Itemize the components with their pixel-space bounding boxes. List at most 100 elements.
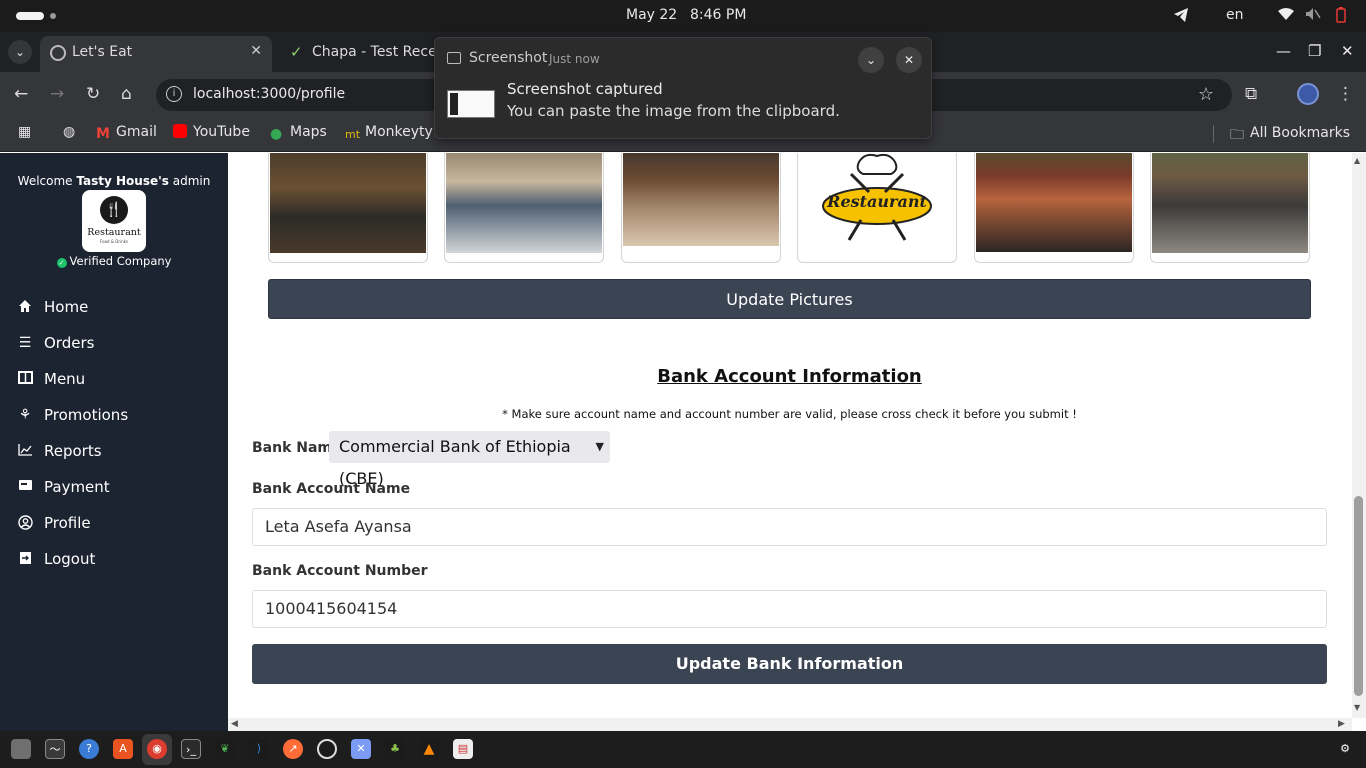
account-number-label: Bank Account Number — [252, 563, 428, 579]
restaurant-interior-image — [1152, 153, 1308, 253]
help-icon[interactable]: ? — [79, 739, 99, 759]
account-number-field[interactable]: 1000415604154 — [252, 590, 1327, 628]
avatar[interactable] — [1297, 83, 1319, 105]
reload-icon[interactable]: ↻ — [86, 84, 100, 104]
bookmark-monkeytype[interactable]: mt Monkeyty — [345, 124, 433, 142]
screenshot-notification[interactable]: Screenshot Just now ⌄ ✕ Screenshot captu… — [434, 37, 932, 139]
tab-search-chevron-icon[interactable]: ⌄ — [8, 40, 32, 64]
restaurant-picture-2[interactable] — [444, 153, 604, 263]
profile-main: Restaurant Update Pictures Bank Account … — [228, 153, 1352, 718]
back-arrow-icon[interactable]: ← — [14, 84, 28, 104]
sidebar-item-profile[interactable]: Profile — [16, 512, 216, 536]
profile-icon — [16, 515, 34, 534]
settings-icon[interactable] — [317, 739, 337, 759]
fork-knife-icon: 🍴 — [100, 196, 128, 224]
update-pictures-button[interactable]: Update Pictures — [268, 279, 1311, 319]
screenshot-thumbnail[interactable] — [447, 90, 495, 118]
more-menu-icon[interactable]: ⋮ — [1337, 84, 1354, 104]
os-date[interactable]: May 22 — [626, 7, 677, 23]
mongodb-icon[interactable]: ❦ — [215, 739, 235, 759]
restaurant-picture-6[interactable] — [1150, 153, 1310, 263]
sidebar-item-logout[interactable]: Logout — [16, 548, 216, 572]
scroll-left-icon[interactable]: ◀ — [231, 719, 238, 729]
os-time[interactable]: 8:46 PM — [690, 7, 746, 23]
all-bookmarks[interactable]: 🗀 All Bookmarks — [1230, 124, 1350, 143]
tab-title: Let's Eat — [72, 44, 133, 60]
extensions-icon[interactable]: ⧉ — [1245, 84, 1257, 104]
horizontal-scrollbar[interactable]: ◀ ▶ — [228, 718, 1352, 731]
bookmark-youtube[interactable]: YouTube — [173, 124, 250, 140]
bookmark-gmail[interactable]: M Gmail — [96, 124, 157, 142]
workspace-indicator[interactable] — [16, 12, 44, 20]
promotion-icon: ⚘ — [18, 407, 32, 423]
account-name-label: Bank Account Name — [252, 481, 411, 497]
close-icon[interactable]: ✕ — [250, 43, 262, 59]
os-top-bar: May 22 8:46 PM en — [0, 0, 1366, 32]
sidebar-item-menu[interactable]: Menu — [16, 368, 216, 392]
show-apps-icon[interactable]: ⚙ — [1335, 739, 1355, 759]
minimize-icon[interactable]: — — [1276, 42, 1291, 60]
menu-book-icon — [16, 371, 34, 388]
notification-app: Screenshot — [469, 50, 548, 66]
close-icon[interactable]: ✕ — [896, 47, 922, 73]
document-viewer-icon[interactable]: ▤ — [453, 739, 473, 759]
chevron-down-icon: ▼ — [595, 440, 604, 453]
restaurant-interior-image — [446, 153, 602, 253]
globe-bookmark-icon[interactable]: ◍ — [63, 124, 75, 140]
restaurant-picture-3[interactable] — [621, 153, 781, 263]
scroll-up-icon[interactable]: ▲ — [1354, 156, 1360, 165]
sidebar-item-orders[interactable]: ☰ Orders — [16, 332, 216, 356]
software-center-icon[interactable]: A — [113, 739, 133, 759]
gmail-icon: M — [96, 126, 110, 142]
vlc-icon[interactable]: ▲ — [419, 739, 439, 759]
tab-title: Chapa - Test Receip — [312, 44, 450, 60]
restaurant-picture-1[interactable] — [268, 153, 428, 263]
bank-note: * Make sure account name and account num… — [502, 407, 1077, 421]
chapa-icon: ✓ — [290, 43, 303, 61]
screenshot-icon — [447, 52, 461, 64]
wifi-icon[interactable] — [1277, 7, 1295, 25]
tab-lets-eat[interactable]: Let's Eat ✕ — [40, 36, 272, 72]
sidebar-item-promotions[interactable]: ⚘ Promotions — [16, 404, 216, 428]
battery-low-icon[interactable] — [1336, 7, 1346, 27]
bookmark-star-icon[interactable]: ☆ — [1198, 84, 1214, 105]
volume-muted-icon[interactable] — [1305, 7, 1321, 25]
terminal-icon[interactable]: ›_ — [181, 739, 201, 759]
account-name-field[interactable]: Leta Asefa Ayansa — [252, 508, 1327, 546]
chevron-down-icon[interactable]: ⌄ — [858, 47, 884, 73]
home-icon[interactable]: ⌂ — [121, 84, 132, 104]
apps-grid-icon[interactable]: ▦ — [18, 124, 31, 140]
url-text[interactable]: localhost:3000/profile — [193, 86, 345, 102]
postman-icon[interactable]: ↗ — [283, 739, 303, 759]
window-close-icon[interactable]: ✕ — [1341, 42, 1354, 60]
bookmark-maps[interactable]: ● Maps — [270, 124, 327, 142]
vscode-icon[interactable]: ⟩ — [249, 739, 269, 759]
chrome-icon[interactable]: ◉ — [147, 739, 167, 759]
scrollbar-thumb[interactable] — [1354, 496, 1363, 696]
scroll-down-icon[interactable]: ▼ — [1354, 703, 1360, 712]
vertical-scrollbar[interactable]: ▲ ▼ — [1352, 153, 1366, 718]
maximize-icon[interactable]: ❐ — [1308, 42, 1321, 60]
files-icon[interactable] — [11, 739, 31, 759]
update-bank-button[interactable]: Update Bank Information — [252, 644, 1327, 684]
site-info-icon[interactable]: i — [166, 86, 182, 102]
telegram-icon[interactable] — [1173, 7, 1189, 27]
keyboard-language[interactable]: en — [1226, 7, 1244, 23]
company-name: Tasty House's — [76, 174, 169, 188]
forward-arrow-icon[interactable]: → — [50, 84, 64, 104]
game-icon[interactable]: ♣ — [385, 739, 405, 759]
sidebar-item-home[interactable]: Home — [16, 296, 216, 320]
folder-icon: 🗀 — [1230, 127, 1244, 143]
sidebar-item-payment[interactable]: Payment — [16, 476, 216, 500]
restaurant-interior-image — [623, 153, 779, 246]
restaurant-picture-4[interactable]: Restaurant — [797, 153, 957, 263]
check-icon: ✓ — [56, 258, 67, 268]
bank-name-select[interactable]: Commercial Bank of Ethiopia (CBE) ▼ — [329, 431, 610, 488]
workspace-dot[interactable] — [50, 13, 56, 19]
scroll-right-icon[interactable]: ▶ — [1338, 719, 1345, 729]
drawing-tool-icon[interactable]: ✕ — [351, 739, 371, 759]
sidebar-item-reports[interactable]: Reports — [16, 440, 216, 464]
system-monitor-icon[interactable]: 〜 — [45, 739, 65, 759]
tab-chapa[interactable]: ✓ Chapa - Test Receip — [280, 36, 449, 72]
restaurant-picture-5[interactable] — [974, 153, 1134, 263]
